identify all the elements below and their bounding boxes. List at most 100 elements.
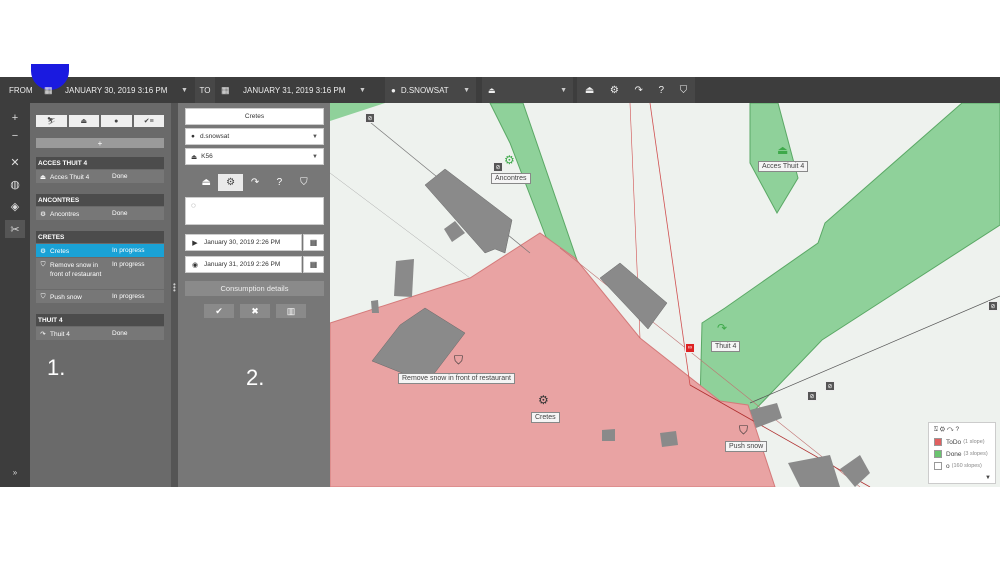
user-select-value: D.SNOWSAT [400,85,449,95]
confirm-button[interactable]: ✔ [204,304,234,318]
to-date-picker[interactable]: JANUARY 31, 2019 3:16 PM [243,77,345,103]
start-datetime-field[interactable]: ▶ January 30, 2019 2:26 PM [185,234,302,251]
legend-item-other[interactable]: o (160 slopes) [934,462,990,470]
trash-icon: ▥ [286,305,296,316]
map-tool-rail: + − ✕ ◍ ◈ ✂ » [0,103,30,487]
map-canvas [330,103,1000,487]
end-datetime-field[interactable]: ◉ January 31, 2019 2:26 PM [185,256,302,273]
list-item[interactable]: ⛉ Remove snow in front of restaurant In … [36,258,164,289]
calendar-icon[interactable]: ▦ [303,234,324,251]
end-datetime-value: January 31, 2019 2:26 PM [204,261,281,268]
map-view[interactable]: Ancontres Acces Thuit 4 Thuit 4 Remove s… [330,103,1000,487]
calendar-icon[interactable]: ▦ [44,77,53,103]
user-select[interactable]: ● D.SNOWSAT ▼ [385,77,476,103]
map-label-thuit4[interactable]: Thuit 4 [711,341,741,352]
tab-status-icon[interactable]: ✔≡ [133,115,164,127]
legend-header-icons[interactable]: ⍂ ⚙ ↷ ? [934,426,990,434]
from-date-picker[interactable]: JANUARY 30, 2019 3:16 PM [65,77,167,103]
calendar-icon[interactable]: ▦ [303,256,324,273]
map-label-remove-snow[interactable]: Remove snow in front of restaurant [398,373,515,384]
user-select[interactable]: ● d.snowsat ▼ [185,128,324,145]
list-item-selected[interactable]: ⚙ Cretes In progress [36,244,164,257]
legend-swatch [934,450,942,458]
tab-user-icon[interactable]: ● [101,115,132,127]
list-item-status: In progress [112,293,145,300]
done-slope-thuit4 [699,103,1000,416]
vehicle-select[interactable]: ⏏ ▼ [482,77,573,103]
list-item[interactable]: ↷ Thuit 4 Done [36,327,164,340]
top-toolbar: FROM ▦ JANUARY 30, 2019 3:16 PM ▼ TO ▦ J… [0,64,1000,103]
question-icon[interactable]: ? [267,174,291,191]
vehicle-select[interactable]: ⏏ K56 ▼ [185,148,324,165]
link-icon[interactable]: ∞ [685,343,695,353]
map-label-acces-thuit4[interactable]: Acces Thuit 4 [758,161,809,172]
lift-sign-icon[interactable]: ⊘ [493,162,503,172]
group-header[interactable]: CRETES [36,231,164,243]
consumption-details-button[interactable]: Consumption details [185,281,324,296]
map-label-cretes[interactable]: Cretes [531,412,560,423]
gear-icon[interactable]: ⚙ [538,393,549,407]
lift-sign-icon[interactable]: ⊘ [807,391,817,401]
chevron-down-icon[interactable]: ▼ [359,77,366,103]
calendar-icon[interactable]: ▦ [221,77,230,103]
lift-sign-icon[interactable]: ⊘ [988,301,998,311]
legend-item-done[interactable]: Done (3 slopes) [934,450,990,458]
minus-icon[interactable]: − [5,127,25,145]
fit-icon[interactable]: ✕ [5,153,25,171]
winch-icon[interactable]: ↷ [717,321,727,335]
gear-icon[interactable]: ⚙ [218,174,243,191]
list-item[interactable]: ⏏ Acces Thuit 4 Done [36,170,164,183]
legend-count: (3 slopes) [963,451,988,457]
list-item[interactable]: ⛉ Push snow In progress [36,290,164,303]
lift-sign-icon[interactable]: ⊘ [825,381,835,391]
legend-swatch [934,462,942,470]
group-header[interactable]: ANCONTRES [36,194,164,206]
legend-item-todo[interactable]: ToDo (1 slope) [934,438,990,446]
list-item[interactable]: ⚙ Ancontres Done [36,207,164,220]
group-header[interactable]: ACCES THUIT 4 [36,157,164,169]
panel-splitter[interactable]: • • • [171,103,178,487]
gear-icon: ⚙ [40,248,46,255]
check-icon: ✔ [215,305,223,316]
from-label: FROM [9,85,33,95]
close-icon: ✖ [251,305,259,316]
tools-icon[interactable]: ✂ [5,220,25,238]
layers-icon[interactable]: ◈ [5,197,25,215]
snowmaker-icon[interactable]: ⛉ [739,423,748,438]
gear-icon[interactable]: ⚙ [610,85,619,96]
chevron-down-icon[interactable]: ▼ [985,475,991,481]
map-label-push-snow[interactable]: Push snow [725,441,768,452]
building [371,300,379,313]
snowmaker-icon[interactable]: ⛉ [680,85,688,96]
groomer-icon[interactable]: ⏏ [194,174,218,191]
chevron-down-icon: ▼ [312,133,318,140]
winch-icon[interactable]: ↷ [243,174,267,191]
building [602,429,615,441]
plus-icon[interactable]: + [5,109,25,127]
gear-icon[interactable]: ⚙ [504,153,515,167]
delete-button[interactable]: ▥ [276,304,306,318]
expand-icon[interactable]: » [5,463,25,481]
snowmaker-icon[interactable]: ⛉ [292,174,316,191]
group-header[interactable]: THUIT 4 [36,314,164,326]
cancel-button[interactable]: ✖ [240,304,270,318]
record-icon: ◉ [191,261,199,269]
snowmaker-icon: ⛉ [40,261,46,268]
add-activity-button[interactable]: + [36,138,164,148]
map-label-ancontres[interactable]: Ancontres [491,173,531,184]
groomer-icon[interactable]: ⏏ [777,143,788,157]
groomer-icon[interactable]: ⏏ [585,85,594,96]
chevron-down-icon[interactable]: ▼ [181,77,188,103]
globe-icon[interactable]: ◍ [5,175,25,193]
snowmaker-icon[interactable]: ⛉ [454,353,463,368]
comment-textarea[interactable]: ◌ [185,197,324,225]
tab-vehicle-icon[interactable]: ⏏ [68,115,99,127]
activity-title-input[interactable]: Cretes [185,108,324,125]
lift-sign-icon[interactable]: ⊘ [365,113,375,123]
building [660,431,678,447]
building [788,455,840,487]
winch-icon[interactable]: ↷ [634,85,642,96]
tab-worker-icon[interactable]: ⛷ [36,115,67,127]
done-slope-top-left [330,103,385,121]
question-icon[interactable]: ? [659,85,665,96]
